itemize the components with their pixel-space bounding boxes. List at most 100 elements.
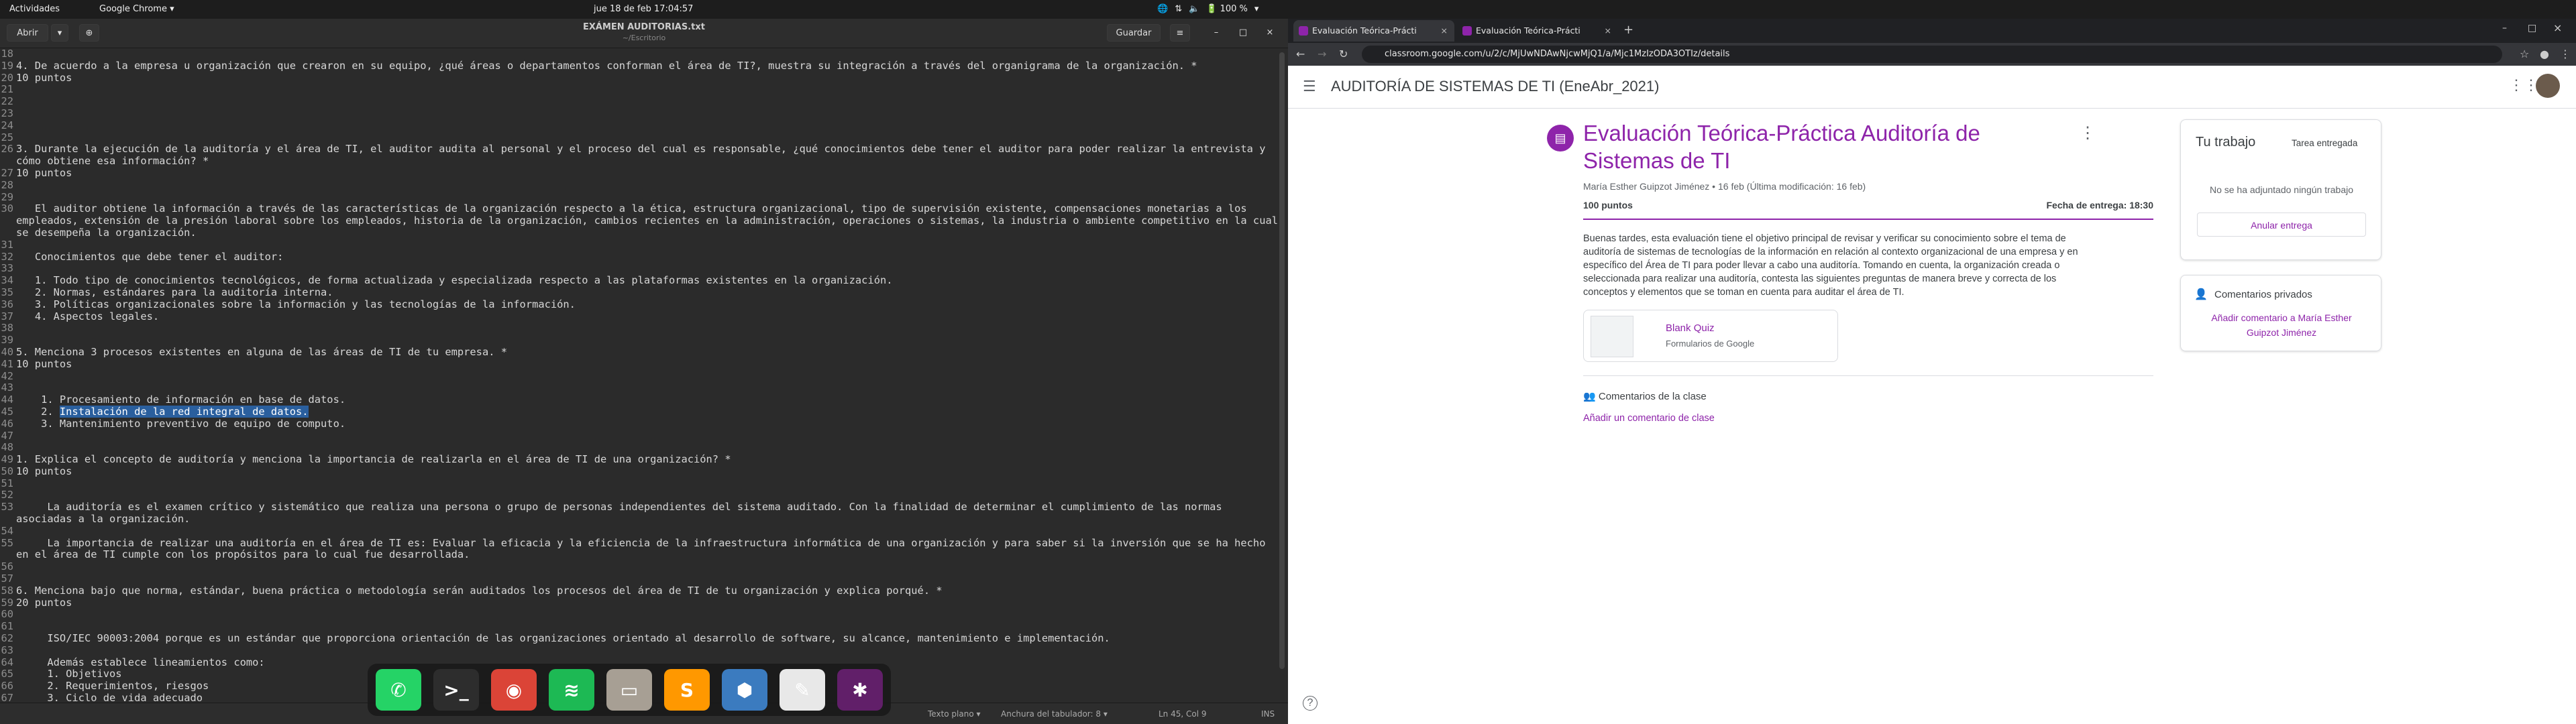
dock-whatsapp-icon[interactable]: ✆ xyxy=(376,669,421,711)
maximize-icon[interactable]: □ xyxy=(1234,24,1252,42)
editor-line[interactable]: 57 xyxy=(0,572,1278,585)
editor-line[interactable]: 45 2. Instalación de la red integral de … xyxy=(0,405,1278,418)
editor-line[interactable]: 30 El auditor obtiene la información a t… xyxy=(0,202,1278,239)
editor-line[interactable]: 38 xyxy=(0,322,1278,335)
dock-slack-icon[interactable]: ✱ xyxy=(837,669,883,711)
system-tray[interactable]: 🌐 ⇅ 🔈 🔋 100 % ▾ xyxy=(1157,4,1258,14)
forward-icon[interactable]: → xyxy=(1318,48,1326,60)
dock-text-editor-icon[interactable]: ✎ xyxy=(780,669,825,711)
editor-line[interactable]: 25 xyxy=(0,131,1278,144)
editor-line[interactable]: 29 xyxy=(0,191,1278,204)
editor-line[interactable]: 50 10 puntos xyxy=(0,465,1278,478)
editor-line[interactable]: 51 xyxy=(0,477,1278,490)
editor-line[interactable]: 62 ISO/IEC 90003:2004 porque es un están… xyxy=(0,632,1278,645)
editor-line[interactable]: 44 1. Procesamiento de información en ba… xyxy=(0,394,1278,406)
app-menu[interactable]: Google Chrome ▾ xyxy=(99,4,174,14)
network-icon[interactable]: 🌐 xyxy=(1157,4,1168,14)
avatar[interactable] xyxy=(2536,74,2560,98)
syntax-format-selector[interactable]: Texto plano ▾ xyxy=(928,709,981,719)
dock-spotify-icon[interactable]: ≋ xyxy=(549,669,594,711)
volume-icon[interactable]: 🔈 xyxy=(1189,4,1199,14)
editor-line[interactable]: 26 3. Durante la ejecución de la auditorí… xyxy=(0,143,1278,168)
browser-tab-active[interactable]: Evaluación Teórica-Prácti × xyxy=(1293,20,1454,42)
editor-line[interactable]: 42 xyxy=(0,370,1278,383)
editor-text-area[interactable]: 18 19 4. De acuerdo a la empresa u organiz… xyxy=(0,48,1278,703)
editor-line[interactable]: 32 Conocimientos que debe tener el audit… xyxy=(0,251,1278,263)
minimize-icon[interactable]: – xyxy=(1208,24,1225,42)
clock[interactable]: jue 18 de feb 17:04:57 xyxy=(594,4,693,14)
hamburger-menu-icon[interactable]: ≡ xyxy=(1170,24,1190,42)
editor-line[interactable]: 39 xyxy=(0,334,1278,347)
editor-line[interactable]: 36 3. Políticas organizacionales sobre l… xyxy=(0,298,1278,311)
editor-line[interactable]: 53 La auditoría es el examen crítico y s… xyxy=(0,501,1278,526)
editor-line[interactable]: 34 1. Todo tipo de conocimientos tecnoló… xyxy=(0,274,1278,287)
editor-line[interactable]: 48 xyxy=(0,441,1278,454)
close-tab-icon[interactable]: × xyxy=(1605,20,1611,42)
editor-line[interactable]: 40 5. Menciona 3 procesos existentes en a… xyxy=(0,346,1278,359)
account-icon[interactable]: ● xyxy=(2540,48,2549,60)
editor-line[interactable]: 59 20 puntos xyxy=(0,597,1278,609)
address-bar[interactable]: classroom.google.com/u/2/c/MjUwNDAwNjcwM… xyxy=(1362,46,2502,63)
editor-line[interactable]: 52 xyxy=(0,489,1278,501)
reload-icon[interactable]: ↻ xyxy=(1339,48,1348,60)
editor-line[interactable]: 58 6. Menciona bajo que norma, estándar, … xyxy=(0,585,1278,597)
editor-line[interactable]: 63 xyxy=(0,644,1278,657)
editor-line[interactable]: 61 xyxy=(0,620,1278,633)
course-title[interactable]: AUDITORÍA DE SISTEMAS DE TI (EneAbr_2021… xyxy=(1331,78,1659,95)
dock-files-icon[interactable]: ▭ xyxy=(606,669,652,711)
dock-terminal-icon[interactable]: >_ xyxy=(433,669,479,711)
battery-indicator[interactable]: 🔋 100 % xyxy=(1206,4,1248,14)
save-button[interactable]: Guardar xyxy=(1107,24,1161,42)
unsubmit-button[interactable]: Anular entrega xyxy=(2197,213,2366,237)
editor-line[interactable]: 60 xyxy=(0,609,1278,621)
new-tab-button[interactable]: + xyxy=(1623,23,1633,37)
activities-button[interactable]: Actividades xyxy=(9,4,60,14)
editor-line[interactable]: 47 xyxy=(0,430,1278,442)
dock-chrome-icon[interactable]: ◉ xyxy=(491,669,537,711)
dock-sublime-icon[interactable]: S xyxy=(664,669,710,711)
add-private-comment-link[interactable]: Añadir comentario a María Esther Guipzot… xyxy=(2194,310,2369,340)
editor-line[interactable]: 33 xyxy=(0,263,1278,275)
editor-line[interactable]: 28 xyxy=(0,179,1278,192)
editor-line[interactable]: 46 3. Mantenimiento preventivo de equipo… xyxy=(0,418,1278,430)
help-icon[interactable]: ? xyxy=(1303,696,1318,711)
editor-line[interactable]: 49 1. Explica el concepto de auditoría y … xyxy=(0,453,1278,466)
editor-line[interactable]: 23 xyxy=(0,107,1278,120)
close-icon[interactable]: × xyxy=(2553,21,2562,34)
minimize-icon[interactable]: – xyxy=(2502,23,2507,34)
editor-line[interactable]: 31 xyxy=(0,239,1278,251)
attachment-card[interactable]: Blank Quiz Formularios de Google xyxy=(1583,310,1838,362)
maximize-icon[interactable]: □ xyxy=(2528,23,2536,34)
selected-text[interactable]: Instalación de la red integral de datos. xyxy=(59,405,309,418)
add-class-comment-link[interactable]: Añadir un comentario de clase xyxy=(1583,413,1715,424)
more-options-icon[interactable]: ⋮ xyxy=(2080,123,2096,143)
more-menu-icon[interactable]: ⋮ xyxy=(2560,48,2571,60)
system-menu-arrow-icon[interactable]: ▾ xyxy=(1254,4,1259,14)
editor-line[interactable]: 37 4. Aspectos legales. xyxy=(0,310,1278,323)
editor-line[interactable]: 19 4. De acuerdo a la empresa u organizac… xyxy=(0,60,1278,72)
editor-line[interactable]: 55 La importancia de realizar una audito… xyxy=(0,537,1278,562)
editor-line[interactable]: 18 xyxy=(0,48,1278,60)
browser-window: Evaluación Teórica-Prácti × Evaluación T… xyxy=(1288,19,2576,724)
editor-line[interactable]: 24 xyxy=(0,119,1278,132)
editor-line[interactable]: 21 xyxy=(0,84,1278,96)
editor-line[interactable]: 43 xyxy=(0,382,1278,394)
close-icon[interactable]: × xyxy=(1261,24,1279,42)
bookmark-star-icon[interactable]: ☆ xyxy=(2520,48,2529,60)
editor-line[interactable]: 56 xyxy=(0,560,1278,573)
attachment-name[interactable]: Blank Quiz xyxy=(1666,322,1715,334)
main-menu-icon[interactable]: ☰ xyxy=(1303,78,1316,95)
dock-virtualbox-icon[interactable]: ⬢ xyxy=(722,669,767,711)
editor-scrollbar[interactable] xyxy=(1279,52,1285,669)
editor-line[interactable]: 22 xyxy=(0,95,1278,108)
back-icon[interactable]: ← xyxy=(1296,48,1305,60)
editor-line[interactable]: 54 xyxy=(0,525,1278,538)
editor-line[interactable]: 27 10 puntos xyxy=(0,167,1278,180)
close-tab-icon[interactable]: × xyxy=(1441,20,1448,42)
editor-line[interactable]: 41 10 puntos xyxy=(0,358,1278,371)
tab-width-selector[interactable]: Anchura del tabulador: 8 ▾ xyxy=(1001,709,1108,719)
browser-tab[interactable]: Evaluación Teórica-Prácti × xyxy=(1457,20,1618,42)
transfer-icon[interactable]: ⇅ xyxy=(1175,4,1182,14)
editor-line[interactable]: 35 2. Normas, estándares para la auditor… xyxy=(0,286,1278,299)
editor-line[interactable]: 20 10 puntos xyxy=(0,72,1278,84)
